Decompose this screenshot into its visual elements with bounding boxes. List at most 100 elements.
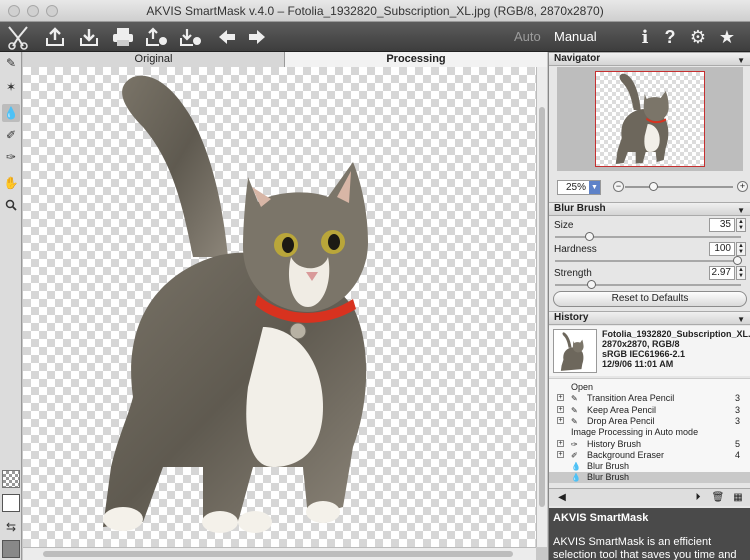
history-title: History xyxy=(554,312,589,323)
collapse-icon[interactable]: ▼ xyxy=(737,55,745,67)
chevron-down-icon[interactable]: ▼ xyxy=(589,181,600,194)
history-brush-icon[interactable]: ✑ xyxy=(2,148,20,166)
horizontal-scroll-thumb[interactable] xyxy=(43,551,513,557)
canvas-horizontal-scrollbar[interactable] xyxy=(23,547,536,560)
eraser-icon: ✐ xyxy=(571,450,578,460)
transparency-background-icon[interactable] xyxy=(2,470,20,488)
history-item[interactable]: + ✐ Background Eraser 4 xyxy=(549,450,750,461)
collapse-icon[interactable]: ▼ xyxy=(737,205,745,217)
zoom-slider-knob[interactable] xyxy=(649,182,658,191)
help-icon[interactable]: ? xyxy=(657,24,683,50)
strength-stepper[interactable]: ▲ ▼ xyxy=(736,266,746,280)
strength-field[interactable]: 2.97 xyxy=(709,266,735,280)
info-icon[interactable]: i xyxy=(632,24,658,50)
history-header[interactable]: History ▼ xyxy=(549,311,750,325)
zoom-out-icon[interactable]: − xyxy=(613,181,624,192)
history-file-dims: 2870x2870, RGB/8 xyxy=(602,339,680,349)
history-item-label: History Brush xyxy=(587,438,642,449)
star-icon[interactable]: ★ xyxy=(714,24,740,50)
print-icon[interactable] xyxy=(110,24,136,50)
expand-icon[interactable]: + xyxy=(557,450,564,458)
expand-icon[interactable]: + xyxy=(557,416,564,424)
history-item-label: Image Processing in Auto mode xyxy=(571,427,699,438)
history-brush-icon: ✑ xyxy=(571,439,578,449)
reset-to-defaults-button[interactable]: Reset to Defaults xyxy=(553,291,747,307)
trash-icon[interactable]: 🗑 xyxy=(711,491,725,505)
navigator-preview[interactable] xyxy=(557,67,743,171)
redo-arrow-icon[interactable] xyxy=(244,24,270,50)
navigator-title: Navigator xyxy=(554,53,601,64)
eraser-icon[interactable]: ✐ xyxy=(2,126,20,144)
transition-pencil-icon[interactable]: ✎ xyxy=(2,54,20,72)
blur-brush-title: Blur Brush xyxy=(554,203,606,214)
zoom-icon[interactable] xyxy=(2,196,20,214)
history-item-count: 3 xyxy=(735,404,741,415)
history-clear-icon[interactable]: ▦ xyxy=(731,491,745,505)
history-item-label: Open xyxy=(571,382,594,392)
mode-manual-button[interactable]: Manual xyxy=(554,29,597,44)
blur-brush-header[interactable]: Blur Brush ▼ xyxy=(549,202,750,216)
size-slider-knob[interactable] xyxy=(585,232,594,241)
zoom-slider[interactable] xyxy=(625,182,733,191)
hardness-stepper[interactable]: ▲ ▼ xyxy=(736,242,746,256)
zoom-field[interactable]: 25% ▼ xyxy=(557,180,601,195)
expand-icon[interactable]: + xyxy=(557,439,564,447)
collapse-icon[interactable]: ▼ xyxy=(737,314,745,326)
blur-brush-icon[interactable]: 💧 xyxy=(2,104,20,122)
open-image-icon[interactable] xyxy=(42,24,68,50)
title-bar: AKVIS SmartMask v.4.0 – Fotolia_1932820_… xyxy=(0,0,750,22)
history-item[interactable]: + ✑ History Brush 5 xyxy=(549,439,750,450)
window-title: AKVIS SmartMask v.4.0 – Fotolia_1932820_… xyxy=(146,4,604,18)
history-item[interactable]: + ✎ Transition Area Pencil 3 xyxy=(549,393,750,404)
hardness-label: Hardness xyxy=(554,244,597,255)
canvas-vertical-scrollbar[interactable] xyxy=(536,67,547,547)
size-field[interactable]: 35 xyxy=(709,218,735,232)
undo-arrow-icon[interactable] xyxy=(214,24,240,50)
size-stepper[interactable]: ▲ ▼ xyxy=(736,218,746,232)
save-image-icon[interactable] xyxy=(76,24,102,50)
history-item[interactable]: 💧 Blur Brush xyxy=(549,472,750,484)
vertical-scroll-thumb[interactable] xyxy=(539,107,545,507)
app-window: AKVIS SmartMask v.4.0 – Fotolia_1932820_… xyxy=(0,0,750,560)
swap-icon[interactable]: ⇆ xyxy=(2,518,20,536)
export-settings-icon[interactable] xyxy=(144,24,170,50)
zoom-in-icon[interactable]: + xyxy=(737,181,748,192)
size-slider[interactable] xyxy=(555,232,741,241)
history-list[interactable]: Open + ✎ Transition Area Pencil 3 + ✎ Keep Area… xyxy=(549,378,750,484)
strength-slider-knob[interactable] xyxy=(587,280,596,289)
background-color-swatch[interactable] xyxy=(2,540,20,558)
history-toolbar: ◀ ⏵ 🗑 ▦ xyxy=(549,488,750,506)
pencil-icon: ✎ xyxy=(571,394,578,404)
history-item[interactable]: Image Processing in Auto mode xyxy=(549,427,750,438)
history-item[interactable]: + ✎ Drop Area Pencil 3 xyxy=(549,416,750,427)
import-settings-icon[interactable] xyxy=(178,24,204,50)
cat-image xyxy=(103,75,368,533)
tab-original[interactable]: Original xyxy=(23,52,285,67)
history-file-profile: sRGB IEC61966-2.1 xyxy=(602,349,686,359)
pencil-icon: ✎ xyxy=(571,416,578,426)
strength-slider[interactable] xyxy=(555,280,741,289)
history-forward-icon[interactable]: ⏵ xyxy=(691,491,705,505)
hardness-slider[interactable] xyxy=(555,256,742,265)
tab-processing[interactable]: Processing xyxy=(285,52,547,67)
expand-icon[interactable]: + xyxy=(557,405,564,413)
history-back-icon[interactable]: ◀ xyxy=(555,491,569,505)
navigator-view-frame[interactable] xyxy=(595,71,705,167)
color-background-icon[interactable] xyxy=(2,494,20,512)
size-label: Size xyxy=(554,220,574,231)
gear-icon[interactable]: ⚙ xyxy=(685,24,711,50)
hardness-field[interactable]: 100 xyxy=(709,242,735,256)
history-item[interactable]: 💧 Blur Brush xyxy=(549,461,750,472)
history-item-label: Blur Brush xyxy=(587,461,630,472)
image-canvas[interactable] xyxy=(23,67,536,547)
history-item[interactable]: Open xyxy=(549,382,750,393)
hand-icon[interactable]: ✋ xyxy=(2,174,20,192)
history-file-name: Fotolia_1932820_Subscription_XL.jpg xyxy=(602,329,750,339)
magic-wand-icon[interactable]: ✶ xyxy=(2,78,20,96)
history-item-label: Background Eraser xyxy=(587,449,665,460)
expand-icon[interactable]: + xyxy=(557,394,564,402)
navigator-header[interactable]: Navigator ▼ xyxy=(549,52,750,66)
hardness-slider-knob[interactable] xyxy=(733,256,742,265)
history-item[interactable]: + ✎ Keep Area Pencil 3 xyxy=(549,405,750,416)
mode-auto-button[interactable]: Auto xyxy=(514,29,541,44)
